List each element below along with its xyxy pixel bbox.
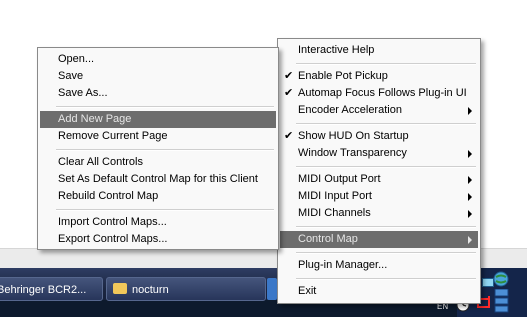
submenu-arrow-icon xyxy=(468,150,472,158)
menu-separator xyxy=(296,123,476,125)
check-icon: ✔ xyxy=(284,87,294,99)
check-icon: ✔ xyxy=(284,70,294,82)
menu-separator xyxy=(56,106,274,108)
submenu-arrow-icon xyxy=(468,210,472,218)
menu-item-window-transparency[interactable]: Window Transparency xyxy=(280,145,478,162)
menu-item-automap-focus[interactable]: ✔ Automap Focus Follows Plug-in UI xyxy=(280,85,478,102)
submenu-arrow-icon xyxy=(468,176,472,184)
menu-item-save[interactable]: Save xyxy=(40,68,276,85)
window-icon[interactable] xyxy=(482,278,494,288)
menu-item-enable-pot-pickup[interactable]: ✔ Enable Pot Pickup xyxy=(280,68,478,85)
menu-item-midi-input-port[interactable]: MIDI Input Port xyxy=(280,188,478,205)
menu-item-plugin-manager[interactable]: Plug-in Manager... xyxy=(280,257,478,274)
menu-separator xyxy=(296,166,476,168)
taskbar-button-behringer[interactable]: Behringer BCR2... xyxy=(0,277,103,301)
context-menu-control-map: Open... Save Save As... Add New Page Rem… xyxy=(37,47,279,250)
taskbar-button-label: Behringer BCR2... xyxy=(0,284,87,296)
menu-item-exit[interactable]: Exit xyxy=(280,283,478,300)
menu-separator xyxy=(296,63,476,65)
menu-item-encoder-acceleration[interactable]: Encoder Acceleration xyxy=(280,102,478,119)
submenu-arrow-icon xyxy=(468,236,472,244)
taskbar-button-label: nocturn xyxy=(132,284,169,296)
menu-item-open[interactable]: Open... xyxy=(40,51,276,68)
taskbar-button-partial[interactable] xyxy=(267,278,277,300)
taskbar-button-nocturn[interactable]: nocturn xyxy=(106,277,266,301)
folder-icon xyxy=(113,283,127,294)
menu-item-control-map[interactable]: Control Map xyxy=(280,231,478,248)
menu-separator xyxy=(56,209,274,211)
context-menu-right: Interactive Help ✔ Enable Pot Pickup ✔ Aut… xyxy=(277,38,481,304)
menu-item-show-hud[interactable]: ✔ Show HUD On Startup xyxy=(280,128,478,145)
menu-item-remove-current-page[interactable]: Remove Current Page xyxy=(40,128,276,145)
menu-item-import-control-maps[interactable]: Import Control Maps... xyxy=(40,214,276,231)
submenu-arrow-icon xyxy=(468,107,472,115)
check-icon: ✔ xyxy=(284,130,294,142)
submenu-arrow-icon xyxy=(468,193,472,201)
globe-icon[interactable] xyxy=(492,270,510,288)
menu-separator xyxy=(296,226,476,228)
menu-separator xyxy=(296,278,476,280)
menu-item-interactive-help[interactable]: Interactive Help xyxy=(280,42,478,59)
menu-item-midi-output-port[interactable]: MIDI Output Port xyxy=(280,171,478,188)
network-icon[interactable] xyxy=(494,289,510,313)
menu-separator xyxy=(296,252,476,254)
menu-item-export-control-maps[interactable]: Export Control Maps... xyxy=(40,231,276,248)
menu-item-save-as[interactable]: Save As... xyxy=(40,85,276,102)
menu-item-clear-all-controls[interactable]: Clear All Controls xyxy=(40,154,276,171)
menu-item-add-new-page[interactable]: Add New Page xyxy=(40,111,276,128)
menu-item-rebuild-control-map[interactable]: Rebuild Control Map xyxy=(40,188,276,205)
menu-item-set-default-control-map[interactable]: Set As Default Control Map for this Clie… xyxy=(40,171,276,188)
menu-item-midi-channels[interactable]: MIDI Channels xyxy=(280,205,478,222)
menu-separator xyxy=(56,149,274,151)
